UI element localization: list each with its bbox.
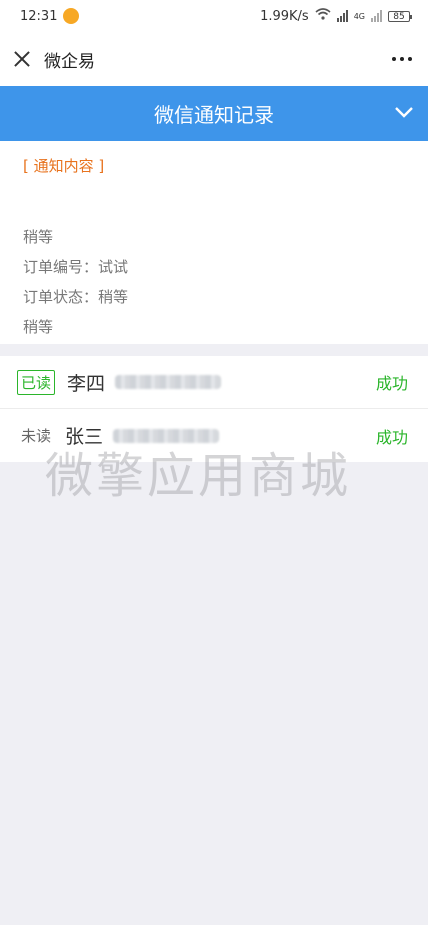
signal-icon	[336, 10, 348, 22]
notice-content-card: [ 通知内容 ] 稍等 订单编号：试试 订单状态：稍等 稍等	[0, 141, 428, 344]
list-item[interactable]: 未读 张三 成功	[0, 409, 428, 462]
notice-line: 稍等	[23, 228, 54, 246]
network-type: 4G	[353, 11, 365, 21]
net-speed: 1.99K/s	[260, 8, 309, 24]
send-result: 成功	[375, 427, 408, 447]
status-right: 1.99K/s 4G 85	[260, 8, 412, 24]
section-divider	[0, 344, 428, 356]
page-header: 微信通知记录	[0, 86, 428, 141]
notification-emoji-icon	[63, 8, 80, 24]
read-status-badge: 未读	[21, 427, 52, 445]
title-bar: 微企易	[0, 32, 428, 86]
more-icon[interactable]	[392, 57, 412, 61]
status-time: 12:31	[20, 8, 58, 24]
recipient-name: 李四	[67, 372, 106, 395]
close-icon[interactable]	[12, 49, 32, 69]
app-title: 微企易	[44, 51, 95, 72]
send-result: 成功	[375, 374, 408, 393]
masked-identifier	[113, 428, 220, 443]
read-status-badge: 已读	[17, 369, 56, 395]
status-left: 12:31	[20, 8, 80, 24]
recipient-name: 张三	[65, 426, 104, 448]
list-item[interactable]: 已读 李四 成功	[0, 356, 428, 409]
masked-identifier	[115, 375, 222, 389]
battery-icon: 85	[388, 10, 412, 22]
signal-icon-2	[371, 10, 382, 22]
recipient-list: 已读 李四 成功 未读 张三 成功	[0, 356, 428, 462]
status-bar: 12:31 1.99K/s 4G 85	[0, 0, 428, 32]
notice-line-order-number: 订单编号：试试	[23, 258, 129, 276]
page-title: 微信通知记录	[154, 103, 274, 127]
wifi-icon	[315, 8, 331, 24]
notice-line-order-status: 订单状态：稍等	[23, 288, 129, 306]
notice-line-footer: 稍等	[23, 318, 54, 336]
chevron-down-icon[interactable]	[394, 102, 414, 122]
notice-section-label: [ 通知内容 ]	[23, 157, 105, 175]
